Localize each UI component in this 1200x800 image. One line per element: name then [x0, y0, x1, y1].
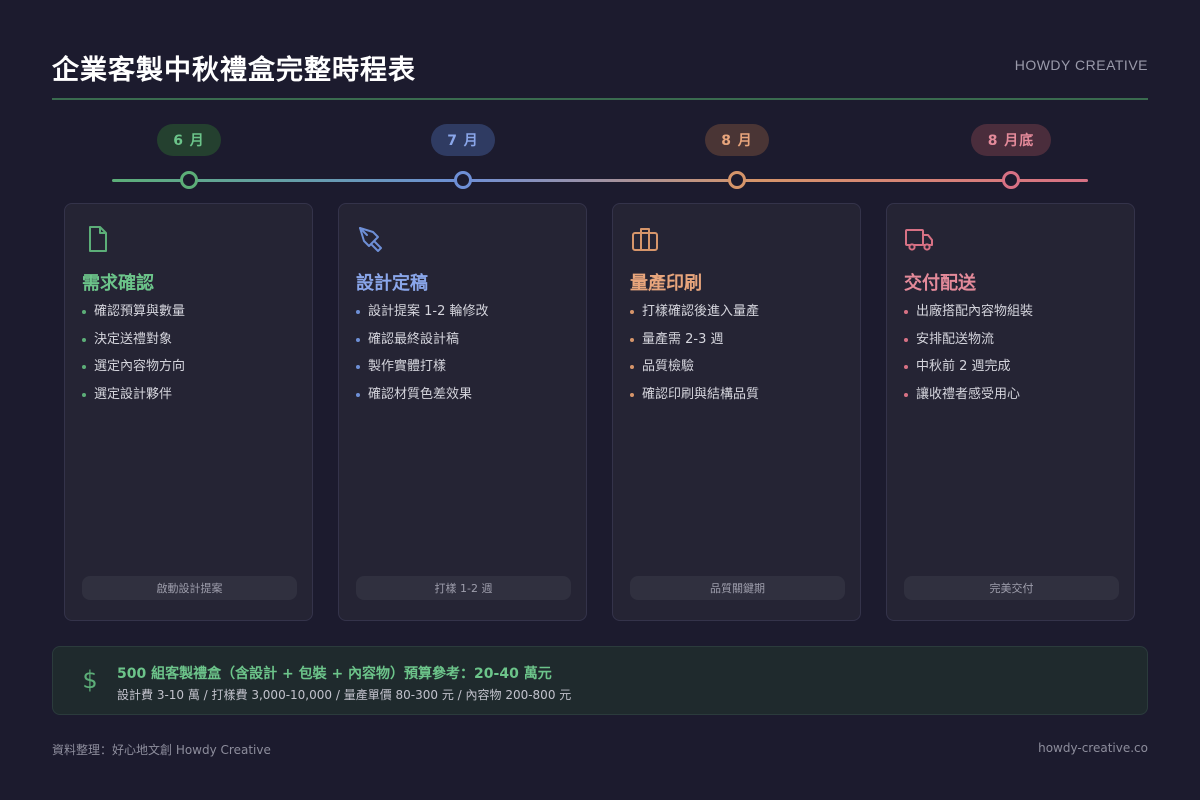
- website-link[interactable]: howdy-creative.co: [1038, 741, 1148, 755]
- timeline-node-jul: [454, 171, 472, 189]
- phase-card-production: 量產印刷 打樣確認後進入量產 量產需 2-3 週 品質檢驗 確認印刷與結構品質 …: [612, 203, 861, 621]
- phase-title: 設計定稿: [356, 273, 428, 294]
- list-item: 選定內容物方向: [82, 357, 185, 385]
- pen-icon: [359, 227, 382, 252]
- timeline-node-aug: [728, 171, 746, 189]
- phase-title: 量產印刷: [630, 273, 702, 294]
- source-credit: 資料整理：好心地文創 Howdy Creative: [52, 743, 271, 757]
- list-item: 安排配送物流: [904, 330, 1033, 358]
- milestone-pill-jul: 7 月: [431, 124, 495, 156]
- budget-breakdown: 設計費 3-10 萬 / 打樣費 3,000-10,000 / 量產單價 80-…: [117, 688, 572, 702]
- briefcase-icon: [632, 228, 658, 251]
- phase-title: 交付配送: [904, 273, 976, 294]
- list-item: 決定送禮對象: [82, 330, 185, 358]
- truck-icon: [905, 229, 933, 251]
- list-item: 品質檢驗: [630, 357, 759, 385]
- phase-task-list: 確認預算與數量 決定送禮對象 選定內容物方向 選定設計夥伴: [82, 302, 185, 412]
- phase-tag: 品質關鍵期: [630, 576, 845, 600]
- phase-card-delivery: 交付配送 出廠搭配內容物組裝 安排配送物流 中秋前 2 週完成 讓收禮者感受用心…: [886, 203, 1135, 621]
- list-item: 確認印刷與結構品質: [630, 385, 759, 413]
- list-item: 設計提案 1-2 輪修改: [356, 302, 489, 330]
- brand-name: HOWDY CREATIVE: [1014, 57, 1148, 73]
- list-item: 選定設計夥伴: [82, 385, 185, 413]
- list-item: 確認最終設計稿: [356, 330, 489, 358]
- phase-tag: 打樣 1-2 週: [356, 576, 571, 600]
- phase-title: 需求確認: [82, 273, 154, 294]
- dollar-icon: $: [82, 666, 98, 694]
- list-item: 量產需 2-3 週: [630, 330, 759, 358]
- list-item: 中秋前 2 週完成: [904, 357, 1033, 385]
- budget-summary: $ 500 組客製禮盒（含設計 + 包裝 + 內容物）預算參考：20-40 萬元…: [52, 646, 1148, 715]
- header-divider: [52, 98, 1148, 100]
- list-item: 讓收禮者感受用心: [904, 385, 1033, 413]
- list-item: 確認預算與數量: [82, 302, 185, 330]
- timeline-node-jun: [180, 171, 198, 189]
- phase-card-design: 設計定稿 設計提案 1-2 輪修改 確認最終設計稿 製作實體打樣 確認材質色差效…: [338, 203, 587, 621]
- timeline-line: [112, 179, 1088, 182]
- phase-tag: 完美交付: [904, 576, 1119, 600]
- phase-task-list: 出廠搭配內容物組裝 安排配送物流 中秋前 2 週完成 讓收禮者感受用心: [904, 302, 1033, 412]
- milestone-pill-aug-end: 8 月底: [971, 124, 1051, 156]
- timeline-node-aug-end: [1002, 171, 1020, 189]
- budget-headline: 500 組客製禮盒（含設計 + 包裝 + 內容物）預算參考：20-40 萬元: [117, 666, 552, 682]
- milestone-pill-aug: 8 月: [705, 124, 769, 156]
- list-item: 製作實體打樣: [356, 357, 489, 385]
- list-item: 出廠搭配內容物組裝: [904, 302, 1033, 330]
- phase-task-list: 設計提案 1-2 輪修改 確認最終設計稿 製作實體打樣 確認材質色差效果: [356, 302, 489, 412]
- phase-task-list: 打樣確認後進入量產 量產需 2-3 週 品質檢驗 確認印刷與結構品質: [630, 302, 759, 412]
- milestone-pill-jun: 6 月: [157, 124, 221, 156]
- document-icon: [89, 226, 107, 252]
- list-item: 打樣確認後進入量產: [630, 302, 759, 330]
- page-title: 企業客製中秋禮盒完整時程表: [52, 55, 416, 86]
- phase-tag: 啟動設計提案: [82, 576, 297, 600]
- phase-card-requirements: 需求確認 確認預算與數量 決定送禮對象 選定內容物方向 選定設計夥伴 啟動設計提…: [64, 203, 313, 621]
- list-item: 確認材質色差效果: [356, 385, 489, 413]
